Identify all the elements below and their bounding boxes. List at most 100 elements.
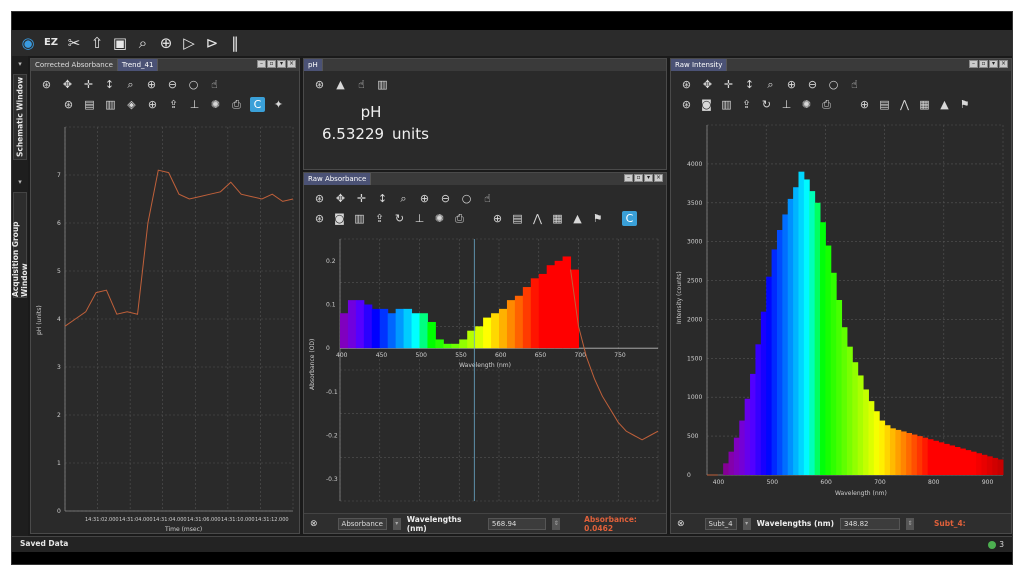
- move-icon[interactable]: ✛: [81, 77, 96, 92]
- zoom-box-icon[interactable]: ⌕: [396, 191, 411, 206]
- hand-icon[interactable]: ☝: [480, 191, 495, 206]
- export-icon[interactable]: ⇪: [166, 97, 181, 112]
- print-icon[interactable]: ⎙: [452, 211, 467, 226]
- saved-data-button[interactable]: Saved Data: [20, 539, 68, 548]
- vertical-move-icon[interactable]: ↕: [102, 77, 117, 92]
- zoom-box-icon[interactable]: ⌕: [123, 77, 138, 92]
- tab-schematic-window[interactable]: Schematic Window: [13, 74, 27, 160]
- chart-icon[interactable]: ▤: [510, 211, 525, 226]
- pan-icon[interactable]: ✥: [700, 77, 715, 92]
- tab-raw-absorbance[interactable]: Raw Absorbance: [304, 173, 372, 185]
- pan-icon[interactable]: ✥: [333, 191, 348, 206]
- vertical-move-icon[interactable]: ↕: [742, 77, 757, 92]
- tab-trend[interactable]: Trend_41: [117, 59, 159, 71]
- chevron-down-icon[interactable]: ▾: [742, 517, 751, 530]
- spectrum-icon[interactable]: ▲: [570, 211, 585, 226]
- stamp-icon[interactable]: ⊥: [412, 211, 427, 226]
- zoom-box-icon[interactable]: ⌕: [763, 77, 778, 92]
- wavelength-field[interactable]: 568.94: [487, 517, 547, 530]
- flag-icon[interactable]: ⚑: [590, 211, 605, 226]
- logo-icon[interactable]: ◉: [18, 33, 38, 53]
- stamp-icon[interactable]: ⊥: [779, 97, 794, 112]
- pan-icon[interactable]: ✥: [60, 77, 75, 92]
- chart-icon[interactable]: ▤: [82, 97, 97, 112]
- tools-icon[interactable]: ✂: [64, 33, 84, 53]
- wavelength-stepper[interactable]: ⇕: [906, 517, 914, 530]
- search-icon[interactable]: ⌕: [133, 33, 153, 53]
- series-select[interactable]: Absorbance: [337, 517, 387, 530]
- save-icon[interactable]: ▣: [110, 33, 130, 53]
- flag-icon[interactable]: ⚑: [957, 97, 972, 112]
- minimize-button[interactable]: –: [624, 174, 633, 182]
- series-select[interactable]: Subt_4: [704, 517, 737, 530]
- pin-icon[interactable]: ▾: [15, 178, 25, 188]
- clear-icon[interactable]: ▥: [719, 97, 734, 112]
- menu-button[interactable]: ▾: [989, 60, 998, 68]
- zoom-out-icon[interactable]: ⊖: [165, 77, 180, 92]
- export-icon[interactable]: ⇪: [739, 97, 754, 112]
- spectrum-icon[interactable]: ▲: [937, 97, 952, 112]
- settings-icon[interactable]: ⊛: [679, 97, 694, 112]
- minimize-button[interactable]: –: [969, 60, 978, 68]
- reset-icon[interactable]: ⊛: [679, 77, 694, 92]
- open-icon[interactable]: ⇧: [87, 33, 107, 53]
- hand-icon[interactable]: ☝: [354, 77, 369, 92]
- zoom-out-icon[interactable]: ⊖: [805, 77, 820, 92]
- minimize-button[interactable]: –: [257, 60, 266, 68]
- zoom-icon[interactable]: ○: [826, 77, 841, 92]
- print-icon[interactable]: ⎙: [819, 97, 834, 112]
- refresh-blue-icon[interactable]: C: [622, 211, 637, 226]
- move-icon[interactable]: ✛: [354, 191, 369, 206]
- target-icon[interactable]: ◈: [124, 97, 139, 112]
- chart-icon[interactable]: ▤: [877, 97, 892, 112]
- reset-icon[interactable]: ⊛: [312, 191, 327, 206]
- intensity-chart[interactable]: 4000 3500 3000 2500 2000 1500 1000 500 0 400 500 60…: [671, 117, 1011, 513]
- move-icon[interactable]: ✛: [721, 77, 736, 92]
- pause-icon[interactable]: ‖: [225, 33, 245, 53]
- globe-icon[interactable]: ⊕: [490, 211, 505, 226]
- vertical-move-icon[interactable]: ↕: [375, 191, 390, 206]
- absorbance-chart[interactable]: 0.2 0.1 0 -0.1 -0.2 -0.3 400 450 500 550 600 650 700…: [304, 231, 666, 513]
- close-button[interactable]: ×: [999, 60, 1008, 68]
- refresh-icon[interactable]: ↻: [392, 211, 407, 226]
- palette-icon[interactable]: ✺: [432, 211, 447, 226]
- restore-button[interactable]: ▫: [979, 60, 988, 68]
- reset-icon[interactable]: ⊛: [39, 77, 54, 92]
- zoom-in-icon[interactable]: ⊕: [144, 77, 159, 92]
- trend-chart[interactable]: 0 1 2 3 4 5 6 7 14:31:02.000 14:31:04.000 14:31:04…: [31, 119, 299, 533]
- camera-icon[interactable]: ◙: [699, 97, 714, 112]
- tab-corrected-absorbance[interactable]: Corrected Absorbance: [31, 59, 118, 71]
- hand-icon[interactable]: ☝: [207, 77, 222, 92]
- clear-icon[interactable]: ▥: [352, 211, 367, 226]
- wavelength-field[interactable]: 348.82: [840, 517, 900, 530]
- close-icon[interactable]: ⊗: [310, 519, 318, 529]
- palette-icon[interactable]: ✺: [799, 97, 814, 112]
- settings-icon[interactable]: ⊛: [312, 211, 327, 226]
- zoom-out-icon[interactable]: ⊖: [438, 191, 453, 206]
- close-button[interactable]: ×: [654, 174, 663, 182]
- tab-raw-intensity[interactable]: Raw Intensity: [671, 59, 728, 71]
- globe-icon[interactable]: ⊕: [156, 33, 176, 53]
- zoom-in-icon[interactable]: ⊕: [784, 77, 799, 92]
- tab-acquisition-group-window[interactable]: Acquisition Group Window: [12, 192, 29, 298]
- play-icon[interactable]: ▷: [179, 33, 199, 53]
- peak-icon[interactable]: ⋀: [897, 97, 912, 112]
- camera-icon[interactable]: ◙: [332, 211, 347, 226]
- tab-ph[interactable]: pH: [304, 59, 323, 71]
- restore-button[interactable]: ▫: [267, 60, 276, 68]
- close-icon[interactable]: ⊗: [677, 519, 685, 529]
- table-icon[interactable]: ▦: [550, 211, 565, 226]
- pin-icon[interactable]: ▾: [15, 60, 25, 70]
- menu-button[interactable]: ▾: [644, 174, 653, 182]
- settings-icon[interactable]: ⊛: [61, 97, 76, 112]
- table-icon[interactable]: ▦: [917, 97, 932, 112]
- restore-button[interactable]: ▫: [634, 174, 643, 182]
- chevron-down-icon[interactable]: ▾: [392, 517, 401, 530]
- clear-icon[interactable]: ▥: [103, 97, 118, 112]
- menu-button[interactable]: ▾: [277, 60, 286, 68]
- peak-icon[interactable]: ⋀: [530, 211, 545, 226]
- settings-icon[interactable]: ⊛: [312, 77, 327, 92]
- close-button[interactable]: ×: [287, 60, 296, 68]
- export-icon[interactable]: ⇪: [372, 211, 387, 226]
- zoom-icon[interactable]: ○: [459, 191, 474, 206]
